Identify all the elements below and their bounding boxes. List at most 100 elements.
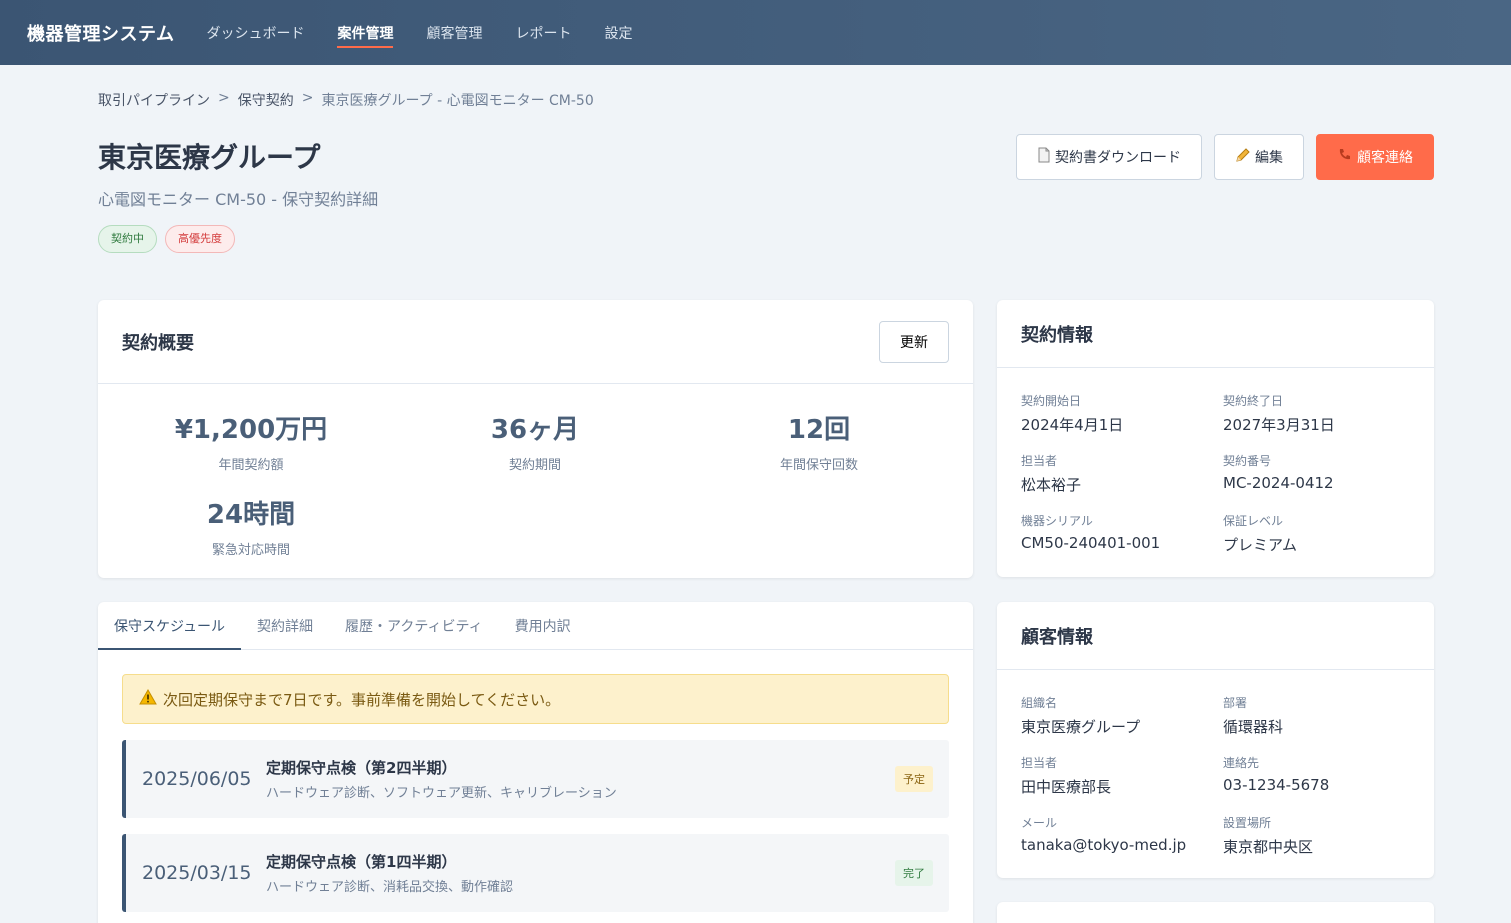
field-label: 担当者 — [1021, 454, 1058, 468]
field-label: 組織名 — [1021, 696, 1058, 710]
stat-label: 年間契約額 — [218, 458, 284, 473]
stat-value: 36ヶ月 — [490, 415, 580, 445]
stat-value: 12回 — [787, 415, 851, 445]
schedule-title: 定期保守点検（第2四半期） — [266, 759, 457, 777]
nav-item-customers[interactable]: 顧客管理 — [426, 0, 482, 65]
customer-info-header: 顧客情報 — [997, 602, 1434, 670]
field-value: 循環器科 — [1223, 718, 1284, 736]
schedule-title: 定期保守点検（第1四半期） — [266, 853, 457, 871]
contract-info-header: 契約情報 — [997, 300, 1434, 368]
customer-info-card: 顧客情報 組織名東京医療グループ 部署循環器科 担当者田中医療部長 連絡先 03-… — [997, 602, 1434, 878]
field-value: 田中医療部長 — [1021, 778, 1112, 796]
field-value: プレミアム — [1223, 536, 1297, 554]
customer-info-title: 顧客情報 — [1021, 626, 1093, 648]
field-value: 03-1234-5678 — [1223, 776, 1330, 794]
field-label: 設置場所 — [1223, 816, 1272, 830]
contract-info-title: 契約情報 — [1021, 324, 1093, 346]
field-owner: 担当者 松本裕子 — [1021, 452, 1223, 495]
field-label: メール — [1021, 816, 1058, 830]
stat-maintenance-count: 12回 年間保守回数 — [677, 409, 961, 473]
status-badge-active: 契約中 — [98, 225, 157, 253]
schedule-detail: ハードウェア診断、ソフトウェア更新、キャリブレーション — [266, 786, 617, 801]
tab-maintenance-schedule[interactable]: 保守スケジュール — [98, 602, 242, 650]
alert-text: 次回定期保守まで7日です。事前準備を開始してください。 — [163, 690, 561, 709]
contact-customer-button[interactable]: 顧客連絡 — [1316, 134, 1434, 180]
detail-tabs-card: 保守スケジュール 契約詳細 履歴・アクティビティ 費用内訳 次回定期保守まで7日… — [98, 602, 973, 923]
field-value: 東京都中央区 — [1223, 838, 1314, 856]
field-label: 担当者 — [1021, 756, 1058, 770]
field-label: 契約開始日 — [1021, 394, 1082, 408]
field-contact-person: 担当者 田中医療部長 — [1021, 754, 1223, 797]
tab-cost-breakdown[interactable]: 費用内訳 — [499, 602, 587, 649]
schedule-status-badge: 完了 — [895, 860, 933, 886]
stat-contract-period: 36ヶ月 契約期間 — [393, 409, 677, 473]
nav-item-cases[interactable]: 案件管理 — [337, 0, 394, 65]
edit-button[interactable]: 編集 — [1214, 134, 1304, 180]
field-value[interactable]: tanaka@tokyo-med.jp — [1021, 836, 1223, 854]
field-value: 松本裕子 — [1021, 476, 1082, 494]
maintenance-alert: 次回定期保守まで7日です。事前準備を開始してください。 — [122, 674, 949, 724]
schedule-status-badge: 予定 — [895, 766, 933, 792]
stat-value: 24時間 — [206, 500, 296, 530]
stat-label: 緊急対応時間 — [211, 543, 290, 558]
field-warranty-level: 保証レベルプレミアム — [1223, 512, 1421, 555]
field-label: 保証レベル — [1223, 514, 1284, 528]
nav-item-settings[interactable]: 設定 — [604, 0, 632, 65]
main-nav: ダッシュボード 案件管理 顧客管理 レポート 設定 — [206, 0, 665, 65]
breadcrumb-separator: > — [301, 90, 314, 106]
field-label: 部署 — [1223, 696, 1248, 710]
contract-summary-header: 契約概要 更新 — [98, 300, 973, 384]
field-label: 契約終了日 — [1223, 394, 1284, 408]
schedule-body: 定期保守点検（第1四半期） ハードウェア診断、消耗品交換、動作確認 — [266, 851, 895, 895]
download-contract-button[interactable]: 契約書ダウンロード — [1016, 134, 1202, 180]
field-contract-number: 契約番号 MC-2024-0412 — [1223, 452, 1421, 495]
download-contract-label: 契約書ダウンロード — [1055, 150, 1181, 166]
schedule-item[interactable]: 2025/03/15 定期保守点検（第1四半期） ハードウェア診断、消耗品交換、… — [122, 834, 949, 912]
field-department: 部署 循環器科 — [1223, 694, 1421, 737]
document-icon — [1037, 147, 1051, 167]
field-label: 機器シリアル — [1021, 514, 1093, 528]
tab-bar: 保守スケジュール 契約詳細 履歴・アクティビティ 費用内訳 — [98, 602, 973, 650]
edit-label: 編集 — [1255, 150, 1283, 166]
breadcrumb-separator: > — [218, 90, 230, 106]
app-brand[interactable]: 機器管理システム — [27, 20, 174, 46]
header-actions: 契約書ダウンロード 編集 顧客連絡 — [1004, 134, 1434, 180]
status-badges: 契約中 高優先度 — [98, 225, 243, 253]
schedule-date: 2025/03/15 — [142, 862, 252, 884]
field-organization: 組織名東京医療グループ — [1021, 694, 1223, 737]
page-subtitle: 心電図モニター CM-50 - 保守契約詳細 — [98, 190, 379, 209]
schedule-item[interactable]: 2025/06/05 定期保守点検（第2四半期） ハードウェア診断、ソフトウェア… — [122, 740, 949, 818]
breadcrumb-pipeline[interactable]: 取引パイプライン — [98, 90, 210, 110]
schedule-body: 定期保守点検（第2四半期） ハードウェア診断、ソフトウェア更新、キャリブレーショ… — [266, 757, 895, 801]
tab-contract-details[interactable]: 契約詳細 — [241, 602, 329, 649]
field-start-date: 契約開始日 2024年4月1日 — [1021, 392, 1223, 435]
priority-badge-high: 高優先度 — [165, 225, 235, 253]
field-location: 設置場所東京都中央区 — [1223, 814, 1421, 857]
contract-summary-title: 契約概要 — [122, 332, 194, 354]
contract-info-fields: 契約開始日 2024年4月1日 契約終了日 2027年3月31日 担当者 松本裕子 契… — [1021, 392, 1421, 555]
customer-info-fields: 組織名東京医療グループ 部署循環器科 担当者田中医療部長 連絡先 03-1234-… — [1021, 694, 1421, 857]
schedule-detail: ハードウェア診断、消耗品交換、動作確認 — [266, 880, 514, 895]
field-device-serial: 機器シリアル CM50-240401-001 — [1021, 512, 1223, 555]
pencil-icon — [1235, 147, 1251, 167]
contract-info-card: 契約情報 契約開始日 2024年4月1日 契約終了日 2027年3月31日 担当者松… — [997, 300, 1434, 577]
field-value: 2024年4月1日 — [1021, 416, 1124, 434]
stat-label: 契約期間 — [508, 458, 561, 473]
tab-history-activity[interactable]: 履歴・アクティビティ — [329, 602, 499, 649]
warning-icon — [139, 688, 157, 709]
breadcrumb-current: 東京医療グループ - 心電図モニター CM-50 — [321, 93, 594, 109]
nav-item-dashboard[interactable]: ダッシュボード — [206, 0, 304, 65]
stat-label: 年間保守回数 — [779, 458, 858, 473]
phone-icon — [1337, 147, 1353, 167]
stat-annual-amount: ¥1,200万円 年間契約額 — [109, 409, 393, 473]
schedule-date: 2025/06/05 — [142, 768, 252, 790]
field-phone: 連絡先 03-1234-5678 — [1223, 754, 1421, 797]
field-value: 東京医療グループ — [1021, 718, 1141, 736]
stat-value: ¥1,200万円 — [174, 415, 328, 445]
nav-item-reports[interactable]: レポート — [515, 0, 571, 65]
refresh-button[interactable]: 更新 — [879, 320, 949, 363]
page-title: 東京医療グループ — [98, 141, 321, 174]
breadcrumb: 取引パイプライン > 保守契約 > 東京医療グループ - 心電図モニター CM-… — [98, 90, 594, 110]
additional-card — [997, 902, 1434, 923]
breadcrumb-maintenance[interactable]: 保守契約 — [238, 90, 294, 110]
